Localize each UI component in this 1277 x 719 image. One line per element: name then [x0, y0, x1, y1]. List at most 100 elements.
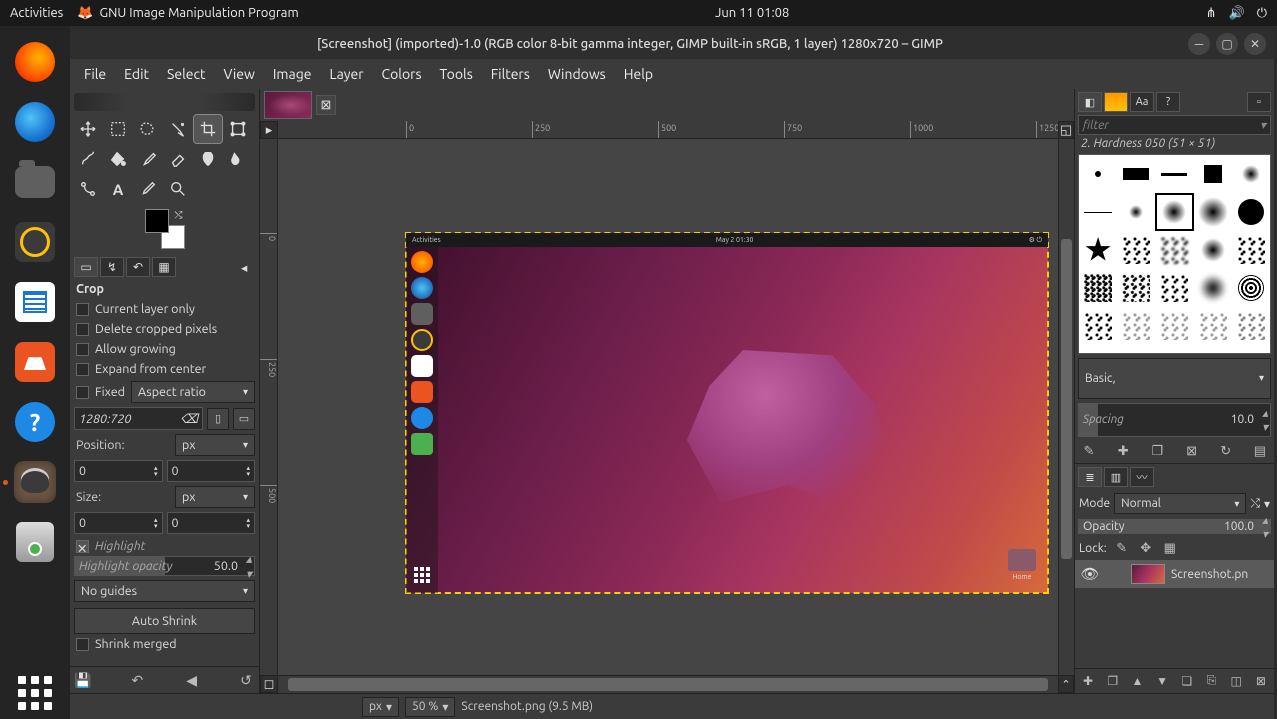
- tool-move[interactable]: [74, 115, 102, 143]
- brush-item[interactable]: [1079, 231, 1117, 269]
- opt-expand-center[interactable]: Expand from center: [74, 359, 255, 379]
- mask-layer-icon[interactable]: ◫: [1227, 672, 1245, 690]
- fg-color[interactable]: [145, 209, 169, 233]
- clear-icon[interactable]: ⌫: [180, 411, 198, 426]
- delete-layer-icon[interactable]: ⊠: [1252, 672, 1270, 690]
- tab-fonts[interactable]: Aa: [1130, 92, 1154, 112]
- dock-files[interactable]: [9, 156, 61, 208]
- tool-crop[interactable]: [194, 115, 222, 143]
- tool-warp[interactable]: [74, 145, 102, 173]
- opt-fixed[interactable]: Fixed: [74, 382, 127, 402]
- tool-smudge[interactable]: [224, 145, 252, 173]
- brush-item-selected[interactable]: [1155, 193, 1193, 231]
- lock-alpha-icon[interactable]: ▦: [1161, 539, 1179, 557]
- opt-highlight[interactable]: ✕Highlight: [74, 536, 255, 556]
- refresh-brush-icon[interactable]: ↻: [1216, 442, 1236, 460]
- brush-spacing-slider[interactable]: Spacing 10.0 ▴▾: [1078, 403, 1271, 438]
- orientation-landscape[interactable]: ▭: [233, 408, 255, 430]
- dock-trash[interactable]: [9, 516, 61, 568]
- size-unit-dropdown[interactable]: px▾: [175, 486, 255, 508]
- brush-item[interactable]: [1155, 155, 1193, 193]
- layer-visibility-icon[interactable]: 👁: [1079, 565, 1101, 583]
- lock-position-icon[interactable]: ✥: [1137, 539, 1155, 557]
- tool-bucket[interactable]: [104, 145, 132, 173]
- zoom-fit-icon[interactable]: ◱: [1058, 121, 1074, 139]
- layer-opacity-slider[interactable]: Opacity 100.0 ▴▾: [1078, 519, 1271, 534]
- brush-item[interactable]: [1079, 269, 1117, 307]
- dock-apps[interactable]: [9, 667, 61, 719]
- mode-switch-icon[interactable]: ⤭: [1250, 497, 1260, 511]
- fixed-value-input[interactable]: 1280:720⌫: [74, 407, 203, 430]
- image-tab[interactable]: [264, 91, 312, 119]
- swap-colors-icon[interactable]: ⤭: [175, 209, 183, 221]
- close-button[interactable]: ✕: [1244, 33, 1266, 55]
- delete-options-icon[interactable]: ◀: [183, 671, 201, 689]
- lock-pixels-icon[interactable]: ✎: [1113, 539, 1131, 557]
- vertical-scrollbar[interactable]: [1058, 139, 1074, 675]
- duplicate-brush-icon[interactable]: ❐: [1147, 442, 1167, 460]
- navigate-icon[interactable]: ⌃: [1058, 675, 1074, 693]
- duplicate-layer-icon[interactable]: ❏: [1178, 672, 1196, 690]
- brush-item[interactable]: [1155, 231, 1193, 269]
- dock-firefox[interactable]: [9, 36, 61, 88]
- brush-item[interactable]: [1232, 269, 1270, 307]
- power-icon[interactable]: ⏻: [1257, 6, 1267, 21]
- tab-layers[interactable]: ≣: [1078, 467, 1102, 487]
- image-tab-close[interactable]: ⊠: [316, 95, 336, 115]
- opt-current-layer-only[interactable]: Current layer only: [74, 299, 255, 319]
- menu-image[interactable]: Image: [265, 62, 320, 86]
- activities-button[interactable]: Activities: [10, 6, 63, 20]
- brush-item[interactable]: [1117, 193, 1155, 231]
- new-layer-icon[interactable]: ✚: [1079, 672, 1097, 690]
- dock-writer[interactable]: [9, 276, 61, 328]
- network-icon[interactable]: ⋔: [1206, 6, 1217, 21]
- new-brush-icon[interactable]: ✚: [1113, 442, 1133, 460]
- tool-eraser[interactable]: [164, 145, 192, 173]
- tool-paintbrush[interactable]: [134, 145, 162, 173]
- menu-windows[interactable]: Windows: [540, 62, 614, 86]
- position-y-input[interactable]: 0▴▾: [167, 460, 256, 482]
- brush-item[interactable]: [1232, 193, 1270, 231]
- minimize-button[interactable]: ─: [1188, 33, 1210, 55]
- tool-transform[interactable]: [224, 115, 252, 143]
- statusbar-zoom-dropdown[interactable]: 50 %▾: [405, 697, 455, 717]
- tool-fuzzy-select[interactable]: [164, 115, 192, 143]
- dock-help[interactable]: ?: [9, 396, 61, 448]
- position-unit-dropdown[interactable]: px▾: [175, 434, 255, 456]
- raise-layer-icon[interactable]: ▲: [1128, 672, 1146, 690]
- brush-item[interactable]: [1155, 307, 1193, 345]
- menu-edit[interactable]: Edit: [116, 62, 157, 86]
- edit-brush-icon[interactable]: ✎: [1079, 442, 1099, 460]
- brush-item[interactable]: [1232, 155, 1270, 193]
- brush-item[interactable]: [1155, 269, 1193, 307]
- menu-filters[interactable]: Filters: [483, 62, 538, 86]
- tab-device-status[interactable]: ↯: [100, 257, 124, 277]
- brush-preset-dropdown[interactable]: Basic,▾: [1078, 358, 1271, 399]
- brush-item[interactable]: [1194, 307, 1232, 345]
- tab-channels[interactable]: ▥: [1104, 467, 1128, 487]
- brush-item[interactable]: [1117, 155, 1155, 193]
- merge-layer-icon[interactable]: ⎘: [1203, 672, 1221, 690]
- menu-view[interactable]: View: [215, 62, 262, 86]
- brush-item[interactable]: [1194, 231, 1232, 269]
- tab-images[interactable]: ▦: [152, 257, 176, 277]
- brush-item[interactable]: [1079, 155, 1117, 193]
- tab-undo-history[interactable]: ↶: [126, 257, 150, 277]
- horizontal-scrollbar[interactable]: [278, 675, 1058, 693]
- statusbar-unit-dropdown[interactable]: px▾: [362, 697, 399, 717]
- position-x-input[interactable]: 0▴▾: [74, 460, 163, 482]
- dock-software[interactable]: [9, 336, 61, 388]
- menu-select[interactable]: Select: [159, 62, 213, 86]
- dock-gimp[interactable]: [9, 456, 61, 508]
- tab-document-history[interactable]: ?: [1156, 92, 1180, 112]
- brush-item[interactable]: [1079, 193, 1117, 231]
- open-brush-icon[interactable]: ▤: [1250, 442, 1270, 460]
- opt-delete-cropped[interactable]: Delete cropped pixels: [74, 319, 255, 339]
- menu-file[interactable]: File: [76, 62, 114, 86]
- app-menu[interactable]: 🦊 GNU Image Manipulation Program: [77, 6, 298, 21]
- layer-name[interactable]: Screenshot.pn: [1171, 568, 1248, 581]
- guides-dropdown[interactable]: No guides▾: [74, 580, 255, 602]
- fixed-mode-dropdown[interactable]: Aspect ratio▾: [131, 381, 255, 403]
- orientation-portrait[interactable]: ▯: [207, 408, 229, 430]
- brush-item[interactable]: [1117, 231, 1155, 269]
